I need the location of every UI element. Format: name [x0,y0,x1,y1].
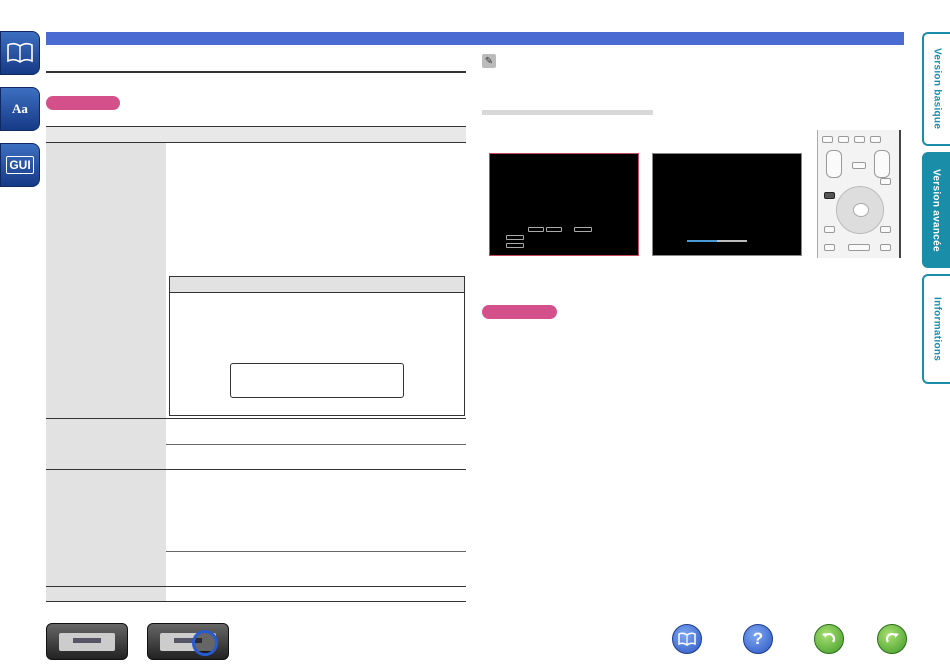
subsection-bar [482,110,653,115]
tab-informations[interactable]: Informations [922,274,950,384]
gui-screen-1 [489,153,639,256]
magnifier-icon [192,630,218,656]
progress-bar [687,240,747,242]
book-icon[interactable] [0,31,40,75]
enter-button [853,203,869,217]
note-box-header [170,277,464,293]
glossary-icon[interactable]: Aa [0,87,40,131]
screen-button [528,227,544,232]
help-glyph: ? [752,629,764,648]
display-example-box [230,363,404,398]
screen-button [506,243,524,248]
section-badge [46,96,120,110]
screen-button [574,227,592,232]
contents-book-icon[interactable] [672,624,702,654]
tab-version-avancee[interactable]: Version avancée [922,152,950,268]
help-icon[interactable]: ? [743,624,773,654]
section-badge-2 [482,305,557,319]
table-row-label [46,587,166,601]
table-header-row [46,127,466,142]
header-bar [46,32,904,45]
rear-panel-button[interactable] [147,623,229,660]
tab-label: Version avancée [930,168,942,252]
title-rule [46,71,466,73]
back-arrow-icon[interactable] [814,624,844,654]
pencil-icon: ✎ [482,54,496,68]
remote-control [817,130,901,258]
table-row-label [46,470,166,586]
screen-button [506,235,524,240]
gui-screen-2 [652,153,802,256]
tab-label: Informations [931,296,943,362]
forward-arrow-icon[interactable] [877,624,907,654]
screen-button [546,227,562,232]
tab-version-basique[interactable]: Version basique [922,32,950,146]
table-row-label [46,143,166,418]
menu-button-icon [824,192,835,199]
front-panel-button[interactable] [46,623,128,660]
tab-label: Version basique [931,48,943,130]
glossary-label: Aa [12,101,28,116]
gui-icon[interactable]: GUI [0,143,40,187]
table-row-label [46,419,166,469]
gui-label: GUI [6,156,34,174]
remote-dpad [836,186,884,234]
